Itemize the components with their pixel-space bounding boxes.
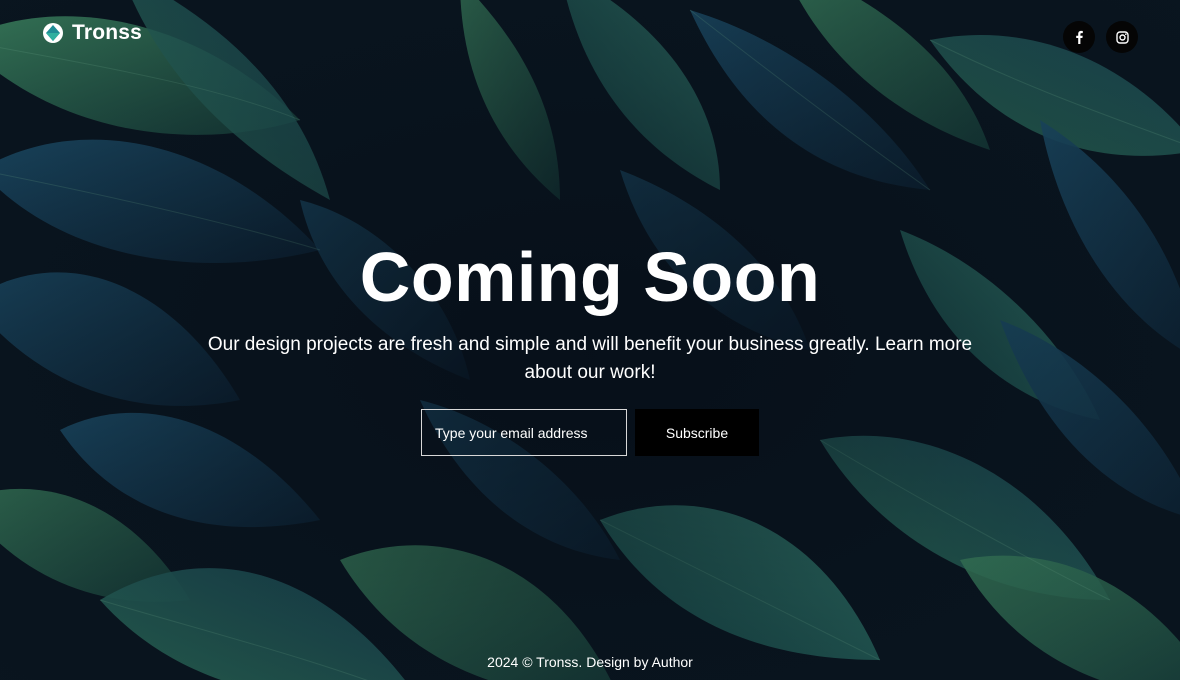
subscribe-button[interactable]: Subscribe — [635, 409, 759, 456]
instagram-icon — [1115, 30, 1129, 44]
facebook-button[interactable] — [1063, 21, 1095, 53]
globe-diamond-icon — [43, 23, 63, 43]
brand-name: Tronss — [72, 21, 143, 44]
hero-section: Coming Soon Our design projects are fres… — [0, 235, 1180, 456]
subscribe-form: Subscribe — [0, 409, 1180, 456]
page-subtitle: Our design projects are fresh and simple… — [207, 334, 973, 383]
social-links — [1063, 21, 1138, 53]
instagram-button[interactable] — [1106, 21, 1138, 53]
facebook-icon — [1076, 30, 1083, 44]
brand-logo-link[interactable]: Tronss — [42, 20, 142, 46]
coming-soon-page: Tronss Coming Soon Our design projects a… — [0, 0, 1180, 680]
email-input[interactable] — [421, 409, 627, 456]
footer-copyright: 2024 © Tronss. Design by Author — [487, 654, 693, 670]
page-title: Coming Soon — [359, 238, 821, 316]
